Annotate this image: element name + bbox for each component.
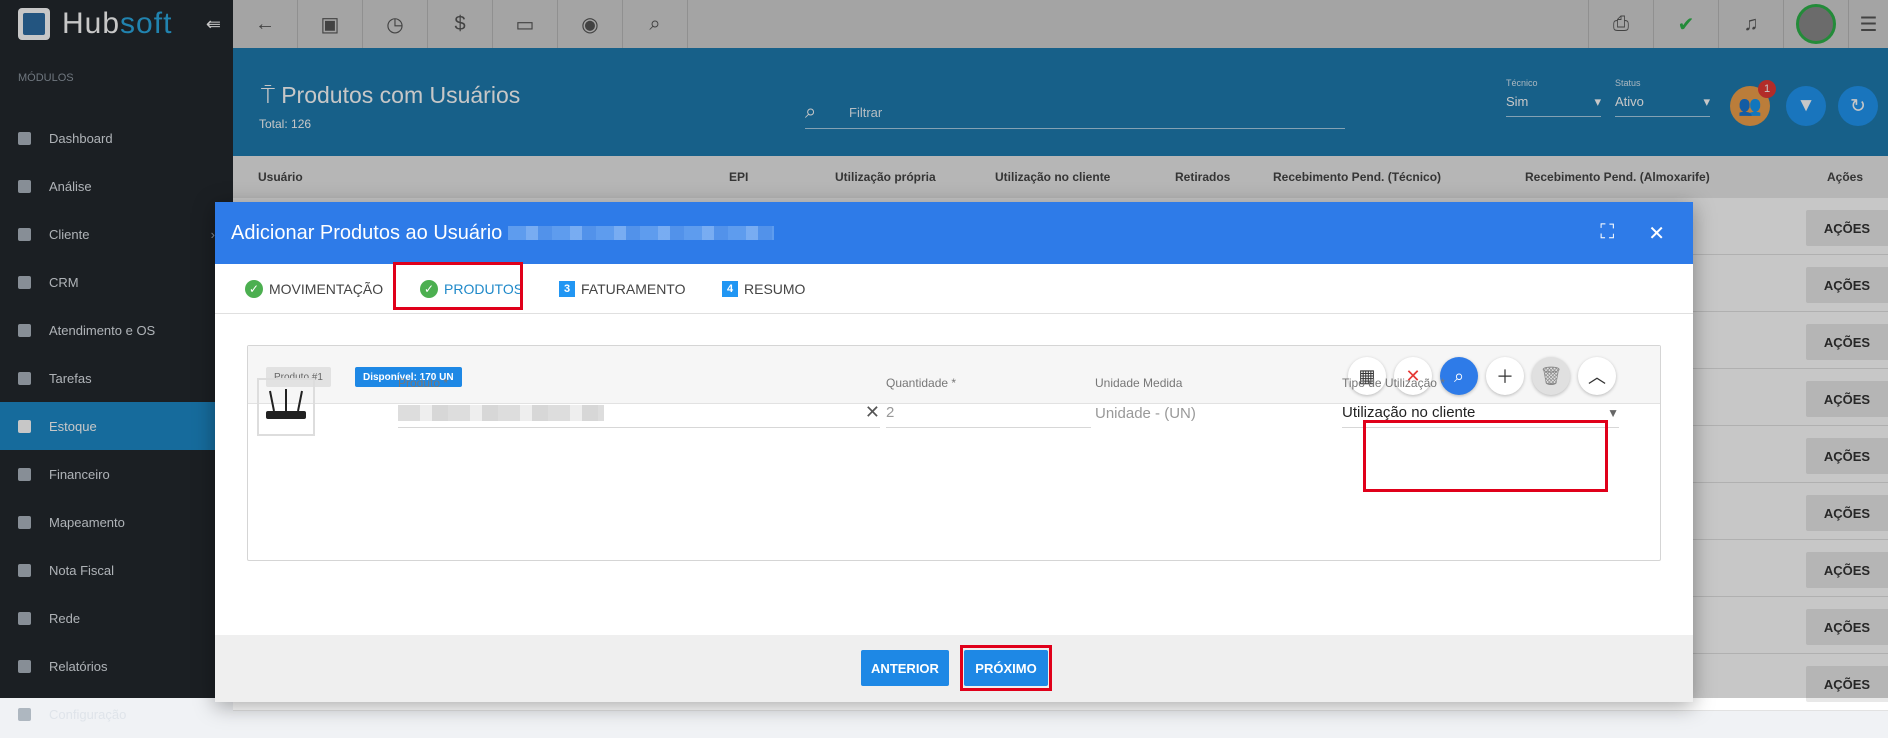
tipo-label: Tipo de Utilização * — [1342, 376, 1445, 390]
quantidade-label: Quantidade * — [886, 376, 957, 390]
anterior-button[interactable]: ANTERIOR — [861, 650, 949, 686]
step-resumo[interactable]: 4 RESUMO — [722, 264, 805, 314]
redacted-user-name — [508, 226, 775, 240]
quantidade-field[interactable]: Quantidade * 2 — [886, 376, 1091, 428]
product-thumbnail — [257, 378, 315, 436]
step-movimentacao[interactable]: ✓ MOVIMENTAÇÃO — [245, 264, 383, 314]
highlight-box — [1363, 420, 1608, 492]
product-card: Produto #1 Disponível: 170 UN ▦ ✕ ⌕ ＋ 🗑 … — [247, 345, 1661, 561]
step-label: MOVIMENTAÇÃO — [269, 281, 384, 297]
produto-label: Produto * — [398, 376, 449, 390]
redacted-product-name — [398, 404, 604, 421]
highlight-box — [393, 262, 523, 310]
produto-field[interactable]: Produto * ✕ — [398, 376, 880, 428]
highlight-box — [960, 645, 1052, 691]
gear-icon — [18, 707, 31, 721]
sidebar-item-label: Configuração — [49, 706, 127, 722]
step-faturamento[interactable]: 3 FATURAMENTO — [559, 264, 686, 314]
step-number: 3 — [559, 281, 575, 297]
modal-footer: ANTERIOR PRÓXIMO — [215, 635, 1693, 702]
router-image — [266, 389, 306, 419]
clear-icon[interactable]: ✕ — [865, 402, 880, 423]
add-products-modal: Adicionar Produtos ao Usuário ⛶ ✕ ✓ MOVI… — [215, 202, 1693, 702]
unidade-value: Unidade - (UN) — [1095, 404, 1196, 422]
modal-title: Adicionar Produtos ao Usuário — [231, 221, 503, 244]
caret-down-icon: ▼ — [1607, 405, 1619, 420]
step-label: FATURAMENTO — [581, 281, 686, 297]
step-number: 4 — [722, 281, 738, 297]
modal-header: Adicionar Produtos ao Usuário ⛶ ✕ — [215, 202, 1693, 264]
tipo-value: Utilização no cliente — [1342, 404, 1476, 421]
step-label: RESUMO — [744, 281, 806, 297]
wizard-steps: ✓ MOVIMENTAÇÃO ✓ PRODUTOS 3 FATURAMENTO … — [215, 262, 1693, 314]
quantidade-value[interactable]: 2 — [886, 398, 1091, 428]
fullscreen-icon[interactable]: ⛶ — [1600, 221, 1614, 246]
unidade-label: Unidade Medida — [1095, 376, 1183, 390]
unidade-field: Unidade Medida Unidade - (UN) — [1095, 376, 1354, 428]
close-icon[interactable]: ✕ — [1648, 221, 1665, 246]
check-circle-icon: ✓ — [245, 280, 263, 298]
